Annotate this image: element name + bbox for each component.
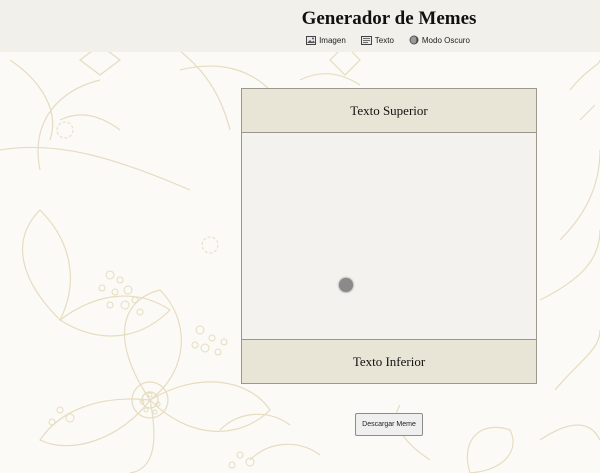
image-button[interactable]: Imagen [304, 34, 348, 46]
cursor-indicator [339, 278, 353, 292]
download-meme-button[interactable]: Descargar Meme [355, 413, 423, 436]
page-title: Generador de Memes [301, 8, 477, 29]
image-button-label: Imagen [319, 35, 346, 45]
bottom-text[interactable]: Texto Inferior [242, 339, 536, 383]
dark-mode-button[interactable]: Modo Oscuro [407, 34, 472, 46]
top-text[interactable]: Texto Superior [242, 89, 536, 133]
meme-image-area[interactable] [242, 133, 536, 339]
text-button[interactable]: Texto [359, 34, 396, 46]
image-icon [306, 35, 317, 45]
text-icon [360, 35, 372, 45]
text-button-label: Texto [374, 35, 394, 45]
dark-mode-button-label: Modo Oscuro [421, 35, 470, 45]
dark-mode-icon [409, 35, 419, 45]
toolbar: Imagen Texto Modo Oscuro [0, 34, 600, 46]
meme-preview: Texto Superior Texto Inferior [241, 88, 537, 384]
app-header: Generador de Memes Imagen Texto Modo Osc… [0, 0, 600, 52]
